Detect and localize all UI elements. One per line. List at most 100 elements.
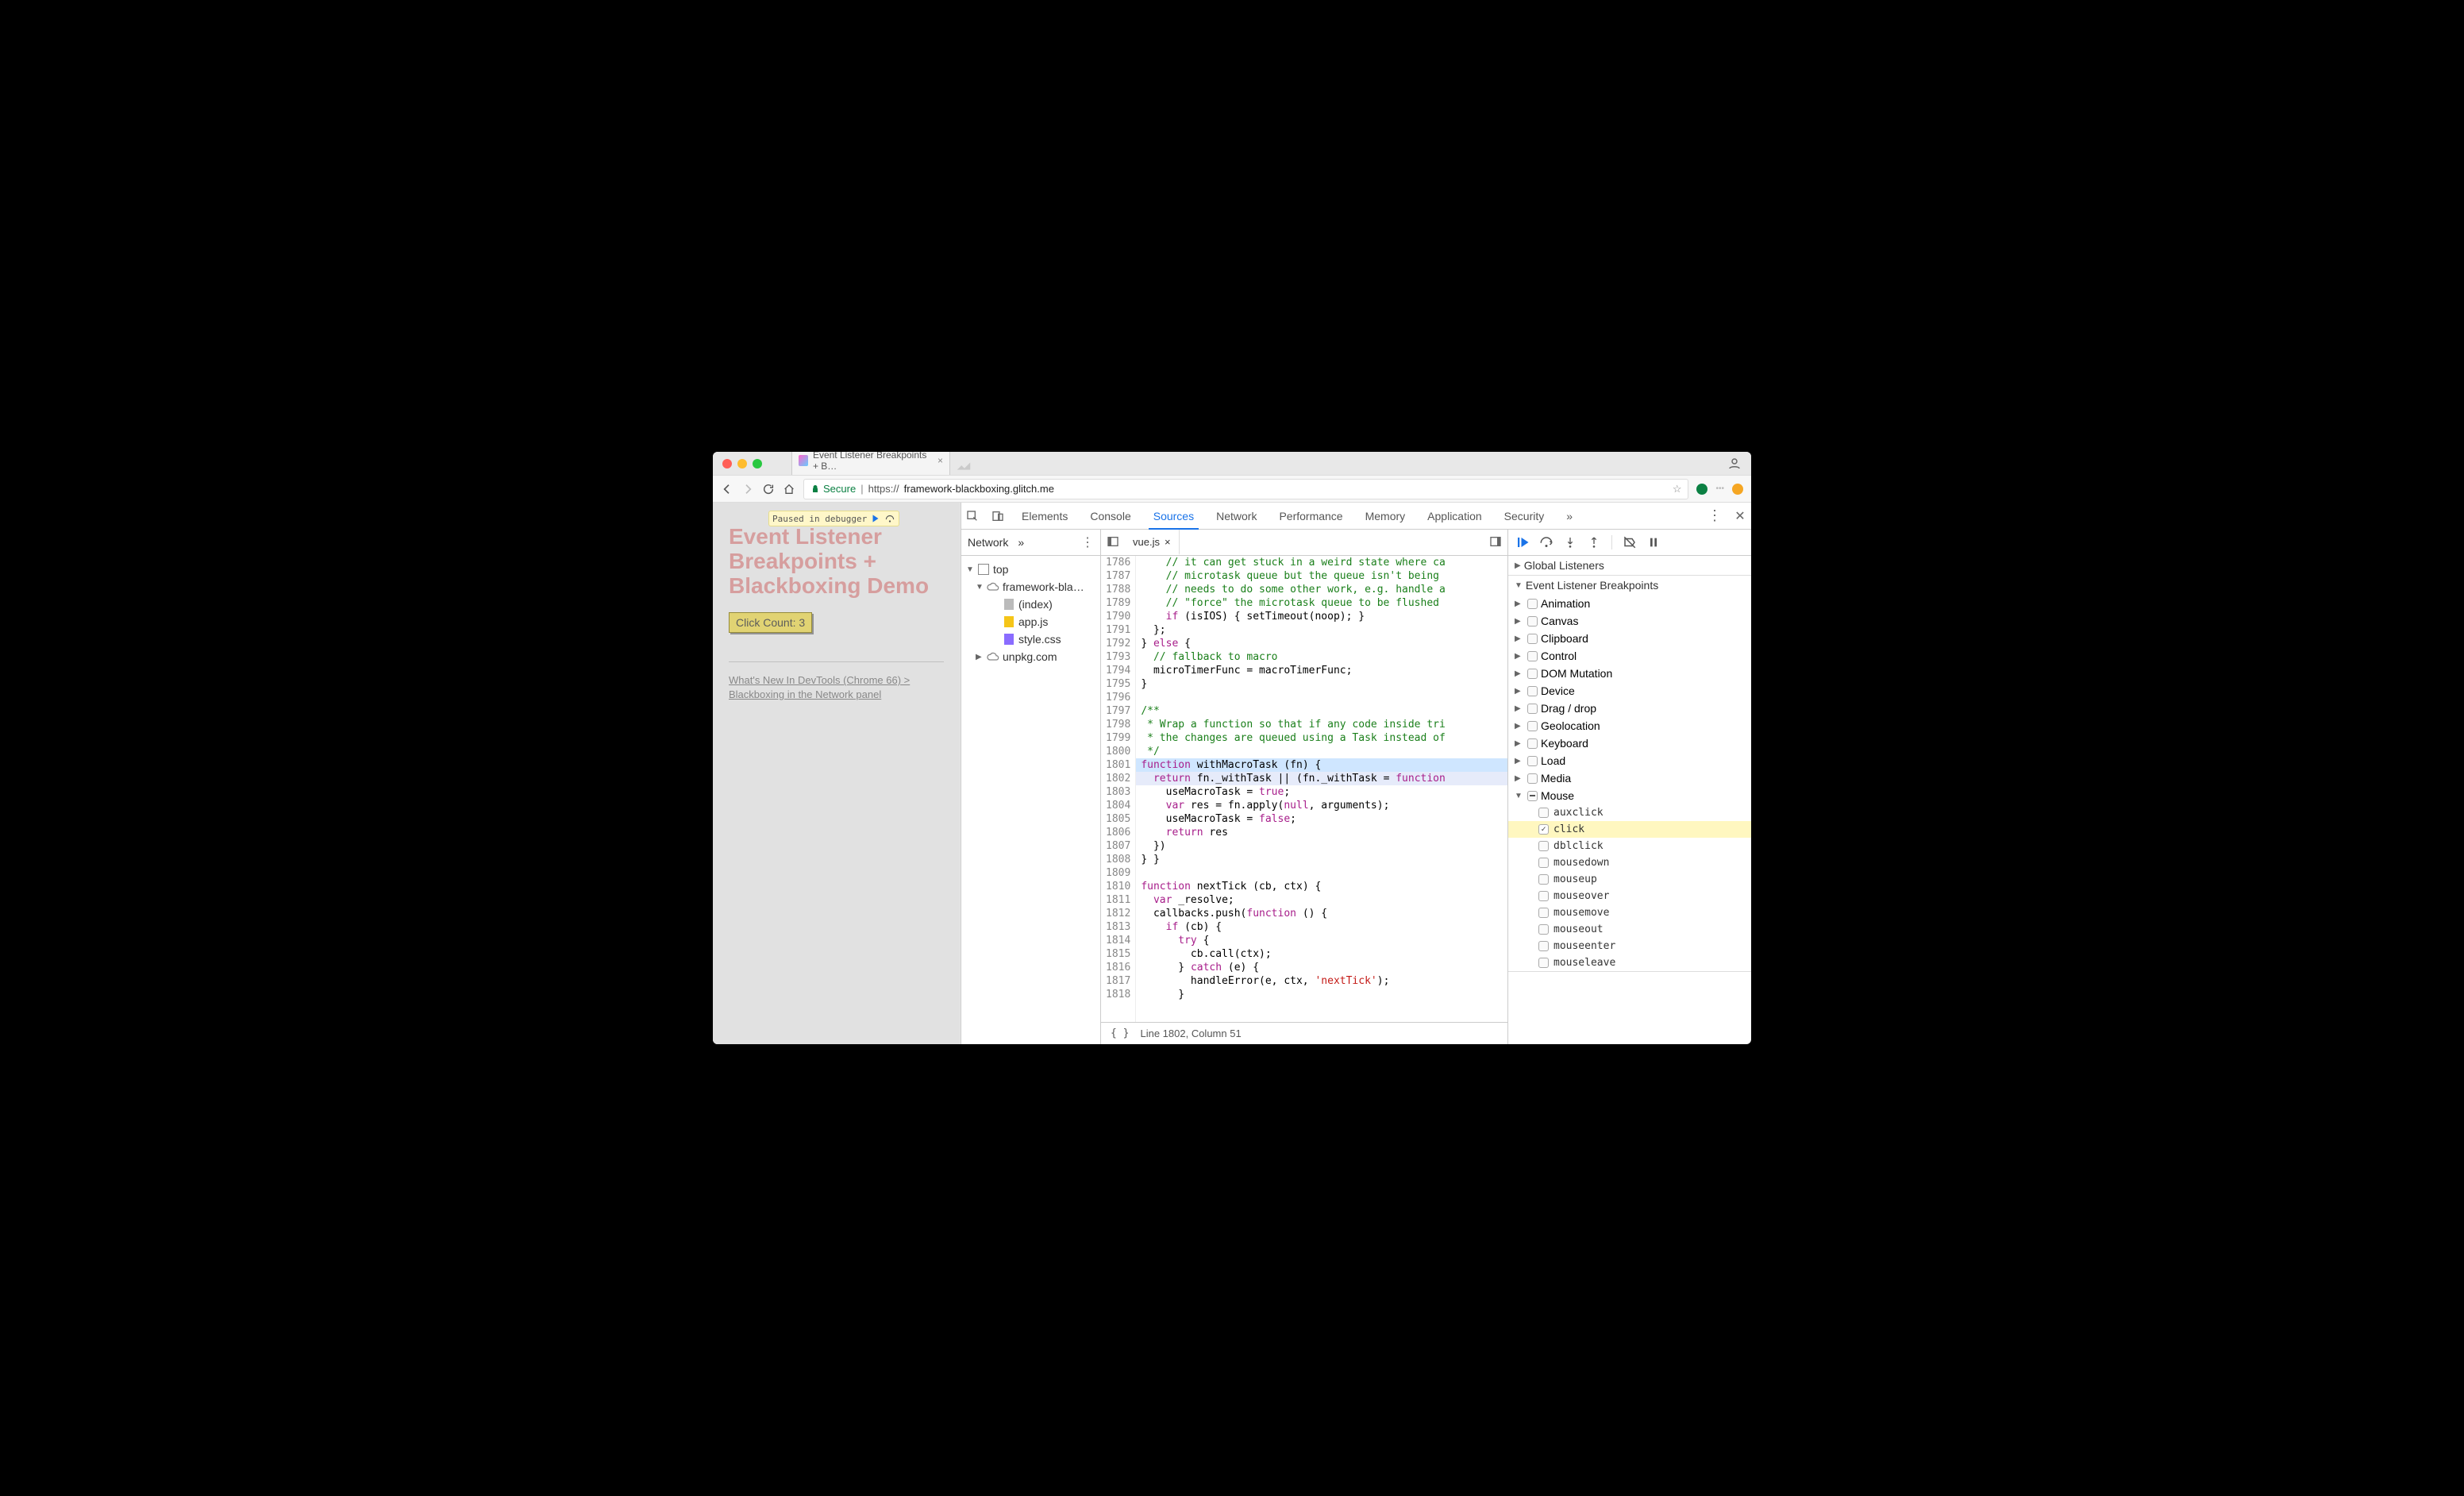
checkbox[interactable] (1527, 651, 1538, 661)
whats-new-link[interactable]: What's New In DevTools (Chrome 66) > Bla… (729, 673, 944, 701)
step-into-button[interactable] (1562, 534, 1578, 550)
devtools-menu-icon[interactable]: ⋮ (1704, 507, 1726, 524)
elb-header[interactable]: ▼Event Listener Breakpoints (1508, 576, 1751, 595)
back-button[interactable] (721, 483, 733, 495)
checkbox[interactable] (1527, 686, 1538, 696)
address-bar[interactable]: Secure | https://framework-blackboxing.g… (803, 479, 1688, 499)
code-editor[interactable]: 1786178717881789179017911792179317941795… (1101, 556, 1507, 1022)
breakpoint-event-mousemove[interactable]: mousemove (1508, 904, 1751, 921)
pause-on-exceptions-button[interactable] (1646, 534, 1661, 550)
checkbox[interactable] (1538, 858, 1549, 868)
tab-close-icon[interactable]: × (937, 455, 943, 466)
breakpoint-event-mouseup[interactable]: mouseup (1508, 871, 1751, 888)
breakpoint-event-mousedown[interactable]: mousedown (1508, 854, 1751, 871)
forward-button[interactable] (741, 483, 754, 495)
devtools-tab-application[interactable]: Application (1418, 503, 1492, 529)
checkbox[interactable] (1527, 738, 1538, 749)
deactivate-breakpoints-button[interactable] (1622, 534, 1638, 550)
checkbox[interactable] (1538, 924, 1549, 935)
checkbox[interactable] (1527, 704, 1538, 714)
breakpoint-category[interactable]: ▶Canvas (1508, 612, 1751, 630)
navigator-menu-icon[interactable]: ⋮ (1081, 534, 1094, 550)
resume-button[interactable] (1515, 534, 1530, 550)
window-max-dot[interactable] (753, 459, 762, 468)
checkbox[interactable] (1538, 824, 1549, 835)
checkbox[interactable] (1538, 841, 1549, 851)
profile-icon[interactable] (1727, 457, 1742, 471)
checkbox[interactable] (1538, 808, 1549, 818)
breakpoint-event-mouseover[interactable]: mouseover (1508, 888, 1751, 904)
breakpoint-category[interactable]: ▶Animation (1508, 595, 1751, 612)
resume-icon[interactable] (870, 513, 881, 524)
window-close-dot[interactable] (722, 459, 732, 468)
editor-tab-close-icon[interactable]: × (1165, 536, 1171, 548)
devtools-tab-network[interactable]: Network (1207, 503, 1266, 529)
browser-tab[interactable]: Event Listener Breakpoints + B… × (791, 452, 950, 475)
breakpoint-category-mouse[interactable]: ▼Mouse (1508, 787, 1751, 804)
checkbox[interactable] (1538, 958, 1549, 968)
devtools-tab-memory[interactable]: Memory (1356, 503, 1415, 529)
toggle-debugger-icon[interactable] (1484, 535, 1507, 550)
navigator-overflow-icon[interactable]: » (1018, 536, 1024, 549)
checkbox[interactable] (1527, 756, 1538, 766)
breakpoint-category[interactable]: ▶Drag / drop (1508, 700, 1751, 717)
checkbox[interactable] (1527, 634, 1538, 644)
devtools-tabs-overflow[interactable]: » (1557, 503, 1582, 529)
checkbox[interactable] (1527, 599, 1538, 609)
toggle-navigator-icon[interactable] (1101, 535, 1125, 550)
devtools-tab-sources[interactable]: Sources (1144, 503, 1203, 529)
tree-file[interactable]: app.js (964, 613, 1097, 630)
extension-icon-1[interactable] (1696, 484, 1707, 495)
window-min-dot[interactable] (737, 459, 747, 468)
step-over-icon[interactable] (884, 513, 895, 524)
checkbox[interactable] (1527, 616, 1538, 627)
devtools-tab-elements[interactable]: Elements (1012, 503, 1077, 529)
tree-file[interactable]: style.css (964, 630, 1097, 648)
extension-icon-3[interactable] (1732, 484, 1743, 495)
tree-file[interactable]: (index) (964, 596, 1097, 613)
breakpoint-category[interactable]: ▶Media (1508, 769, 1751, 787)
click-count-button[interactable]: Click Count: 3 (729, 612, 812, 633)
devtools-close-icon[interactable]: ✕ (1729, 508, 1751, 524)
checkbox[interactable] (1527, 721, 1538, 731)
reload-button[interactable] (762, 483, 775, 495)
checkbox[interactable] (1527, 773, 1538, 784)
checkbox[interactable] (1538, 874, 1549, 885)
step-over-button[interactable] (1538, 534, 1554, 550)
checkbox-mixed[interactable] (1527, 791, 1538, 801)
home-button[interactable] (783, 483, 795, 495)
checkbox[interactable] (1538, 891, 1549, 901)
breakpoint-category[interactable]: ▶Clipboard (1508, 630, 1751, 647)
breakpoint-event-auxclick[interactable]: auxclick (1508, 804, 1751, 821)
tree-frame-top[interactable]: ▼ top (964, 561, 1097, 578)
extension-icon-2[interactable]: ••• (1715, 484, 1724, 495)
step-out-button[interactable] (1586, 534, 1602, 550)
breakpoint-category[interactable]: ▶Device (1508, 682, 1751, 700)
code-content[interactable]: // it can get stuck in a weird state whe… (1136, 556, 1507, 1022)
tree-external-domain[interactable]: ▶ unpkg.com (964, 648, 1097, 665)
breakpoint-category[interactable]: ▶Load (1508, 752, 1751, 769)
breakpoint-event-dblclick[interactable]: dblclick (1508, 838, 1751, 854)
section-global-listeners[interactable]: ▶Global Listeners (1508, 556, 1751, 576)
breakpoint-category[interactable]: ▶Keyboard (1508, 735, 1751, 752)
new-tab-icon[interactable] (955, 457, 972, 475)
breakpoint-event-mouseleave[interactable]: mouseleave (1508, 954, 1751, 971)
tree-domain[interactable]: ▼ framework-bla… (964, 578, 1097, 596)
checkbox[interactable] (1538, 941, 1549, 951)
checkbox[interactable] (1538, 908, 1549, 918)
breakpoint-event-mouseout[interactable]: mouseout (1508, 921, 1751, 938)
breakpoint-category[interactable]: ▶Control (1508, 647, 1751, 665)
pretty-print-icon[interactable]: { } (1111, 1028, 1129, 1039)
bookmark-star-icon[interactable]: ☆ (1673, 483, 1682, 495)
device-toggle-icon[interactable] (987, 510, 1009, 522)
breakpoint-category[interactable]: ▶Geolocation (1508, 717, 1751, 735)
checkbox[interactable] (1527, 669, 1538, 679)
breakpoint-event-mouseenter[interactable]: mouseenter (1508, 938, 1751, 954)
devtools-tab-performance[interactable]: Performance (1269, 503, 1352, 529)
devtools-tab-security[interactable]: Security (1495, 503, 1554, 529)
breakpoint-category[interactable]: ▶DOM Mutation (1508, 665, 1751, 682)
inspect-element-icon[interactable] (961, 510, 984, 522)
devtools-tab-console[interactable]: Console (1080, 503, 1140, 529)
navigator-tab-label[interactable]: Network (968, 536, 1008, 549)
editor-tab-vuejs[interactable]: vue.js × (1125, 530, 1180, 555)
